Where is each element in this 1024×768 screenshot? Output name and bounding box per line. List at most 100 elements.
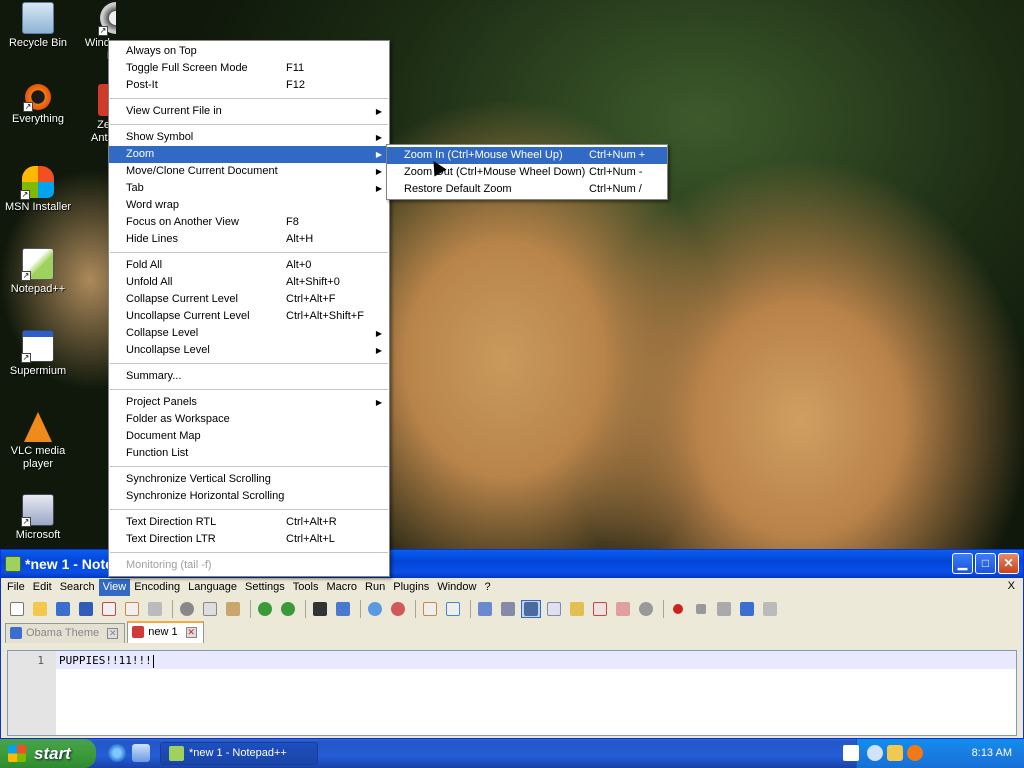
menu-view[interactable]: View xyxy=(98,579,131,596)
record-macro-button[interactable] xyxy=(668,600,688,618)
cut-button[interactable] xyxy=(177,600,197,618)
desktop-icon-msn-installer[interactable]: ↗ MSN Installer xyxy=(0,166,76,214)
tab-new-1[interactable]: new 1 ✕ xyxy=(127,621,204,643)
menu-run[interactable]: Run xyxy=(361,579,389,596)
close-file-button[interactable] xyxy=(99,600,119,618)
menu-separator xyxy=(109,359,389,368)
desktop-icon-microsoft[interactable]: ↗ Microsoft xyxy=(0,494,76,542)
close-document-button[interactable]: X xyxy=(1008,580,1015,592)
maximize-button[interactable]: □ xyxy=(975,553,996,574)
menu-item-word-wrap[interactable]: Word wrap xyxy=(109,197,389,214)
new-file-button[interactable] xyxy=(7,600,27,618)
minimize-button[interactable]: ▁ xyxy=(952,553,973,574)
menu-plugins[interactable]: Plugins xyxy=(389,579,433,596)
show-desktop-icon[interactable] xyxy=(132,744,150,762)
desktop-icon-zemana[interactable]: Ze Anti xyxy=(76,84,110,145)
tab-close-icon[interactable]: ✕ xyxy=(107,628,119,639)
stop-macro-button[interactable] xyxy=(691,600,711,618)
show-all-chars-button[interactable] xyxy=(498,600,518,618)
find-button[interactable] xyxy=(310,600,330,618)
menu-item-sync-horizontal[interactable]: Synchronize Horizontal Scrolling xyxy=(109,488,389,505)
menu-item-folder-as-workspace[interactable]: Folder as Workspace xyxy=(109,411,389,428)
tab-close-icon[interactable]: ✕ xyxy=(185,627,197,638)
open-file-button[interactable] xyxy=(30,600,50,618)
copy-button[interactable] xyxy=(200,600,220,618)
menu-item-move-clone-document[interactable]: Move/Clone Current Document ▶ xyxy=(109,163,389,180)
close-button[interactable]: ✕ xyxy=(998,553,1019,574)
menu-item-text-direction-ltr[interactable]: Text Direction LTR Ctrl+Alt+L xyxy=(109,531,389,548)
run-macro-multiple-button[interactable] xyxy=(737,600,757,618)
menu-item-tab[interactable]: Tab ▶ xyxy=(109,180,389,197)
undo-button[interactable] xyxy=(255,600,275,618)
menu-item-uncollapse-current-level[interactable]: Uncollapse Current Level Ctrl+Alt+Shift+F xyxy=(109,308,389,325)
menu-item-zoom-in[interactable]: Zoom In (Ctrl+Mouse Wheel Up) Ctrl+Num + xyxy=(387,147,667,164)
menu-item-hide-lines[interactable]: Hide Lines Alt+H xyxy=(109,231,389,248)
help-icon[interactable] xyxy=(843,745,859,761)
save-button[interactable] xyxy=(53,600,73,618)
search-icon[interactable] xyxy=(907,745,923,761)
document-map-button[interactable] xyxy=(567,600,587,618)
menu-item-text-direction-rtl[interactable]: Text Direction RTL Ctrl+Alt+R xyxy=(109,514,389,531)
menu-item-zoom[interactable]: Zoom ▶ xyxy=(109,146,389,163)
menu-item-collapse-current-level[interactable]: Collapse Current Level Ctrl+Alt+F xyxy=(109,291,389,308)
taskbar-button-notepadpp[interactable]: *new 1 - Notepad++ xyxy=(160,742,318,765)
menu-item-unfold-all[interactable]: Unfold All Alt+Shift+0 xyxy=(109,274,389,291)
security-shield-icon[interactable] xyxy=(887,745,903,761)
menu-item-project-panels[interactable]: Project Panels ▶ xyxy=(109,394,389,411)
tray-expand-icon[interactable] xyxy=(867,745,883,761)
play-macro-button[interactable] xyxy=(714,600,734,618)
menu-macro[interactable]: Macro xyxy=(322,579,361,596)
menu-settings[interactable]: Settings xyxy=(241,579,289,596)
menu-language[interactable]: Language xyxy=(184,579,241,596)
menu-item-toggle-full-screen[interactable]: Toggle Full Screen Mode F11 xyxy=(109,60,389,77)
menu-item-document-map[interactable]: Document Map xyxy=(109,428,389,445)
zoom-out-button[interactable] xyxy=(388,600,408,618)
editor-area[interactable]: 1 PUPPIES!!11!!! xyxy=(7,650,1017,736)
menu-help[interactable]: ? xyxy=(480,579,494,596)
monitoring-button[interactable] xyxy=(636,600,656,618)
redo-button[interactable] xyxy=(278,600,298,618)
desktop-icon-vlc[interactable]: VLC media player xyxy=(0,412,76,471)
menu-item-post-it[interactable]: Post-It F12 xyxy=(109,77,389,94)
clock[interactable]: 8:13 AM xyxy=(972,739,1012,768)
editor-text[interactable]: PUPPIES!!11!!! xyxy=(59,654,154,668)
menu-item-focus-another-view[interactable]: Focus on Another View F8 xyxy=(109,214,389,231)
zoom-in-button[interactable] xyxy=(365,600,385,618)
sync-horizontal-button[interactable] xyxy=(443,600,463,618)
menu-search[interactable]: Search xyxy=(56,579,99,596)
desktop-icon-supermium[interactable]: ↗ Supermium xyxy=(0,330,76,378)
menu-window[interactable]: Window xyxy=(433,579,480,596)
menu-item-uncollapse-level[interactable]: Uncollapse Level ▶ xyxy=(109,342,389,359)
menu-item-view-current-file-in[interactable]: View Current File in ▶ xyxy=(109,103,389,120)
desktop-icon-notepadpp[interactable]: ↗ Notepad++ xyxy=(0,248,76,296)
indent-guide-button[interactable] xyxy=(521,600,541,618)
internet-explorer-icon[interactable] xyxy=(108,744,126,762)
folder-workspace-button[interactable] xyxy=(613,600,633,618)
menu-encoding[interactable]: Encoding xyxy=(130,579,184,596)
close-all-button[interactable] xyxy=(122,600,142,618)
start-button[interactable]: start xyxy=(0,739,96,768)
tab-obama-theme[interactable]: Obama Theme ✕ xyxy=(5,623,126,643)
save-macro-button[interactable] xyxy=(760,600,780,618)
menu-item-collapse-level[interactable]: Collapse Level ▶ xyxy=(109,325,389,342)
desktop-icon-everything[interactable]: ↗ Everything xyxy=(0,84,76,126)
menu-item-restore-default-zoom[interactable]: Restore Default Zoom Ctrl+Num / xyxy=(387,181,667,198)
udl-button[interactable] xyxy=(544,600,564,618)
menu-item-fold-all[interactable]: Fold All Alt+0 xyxy=(109,257,389,274)
menu-item-function-list[interactable]: Function List xyxy=(109,445,389,462)
function-list-button[interactable] xyxy=(590,600,610,618)
save-all-button[interactable] xyxy=(76,600,96,618)
menu-item-always-on-top[interactable]: Always on Top xyxy=(109,43,389,60)
print-button[interactable] xyxy=(145,600,165,618)
menu-item-summary[interactable]: Summary... xyxy=(109,368,389,385)
sync-vertical-button[interactable] xyxy=(420,600,440,618)
replace-button[interactable] xyxy=(333,600,353,618)
menu-item-show-symbol[interactable]: Show Symbol ▶ xyxy=(109,129,389,146)
menu-tools[interactable]: Tools xyxy=(289,579,323,596)
menu-item-sync-vertical[interactable]: Synchronize Vertical Scrolling xyxy=(109,471,389,488)
menu-file[interactable]: File xyxy=(3,579,29,596)
word-wrap-button[interactable] xyxy=(475,600,495,618)
desktop-icon-recycle-bin[interactable]: Recycle Bin xyxy=(0,2,76,50)
paste-button[interactable] xyxy=(223,600,243,618)
menu-edit[interactable]: Edit xyxy=(29,579,56,596)
